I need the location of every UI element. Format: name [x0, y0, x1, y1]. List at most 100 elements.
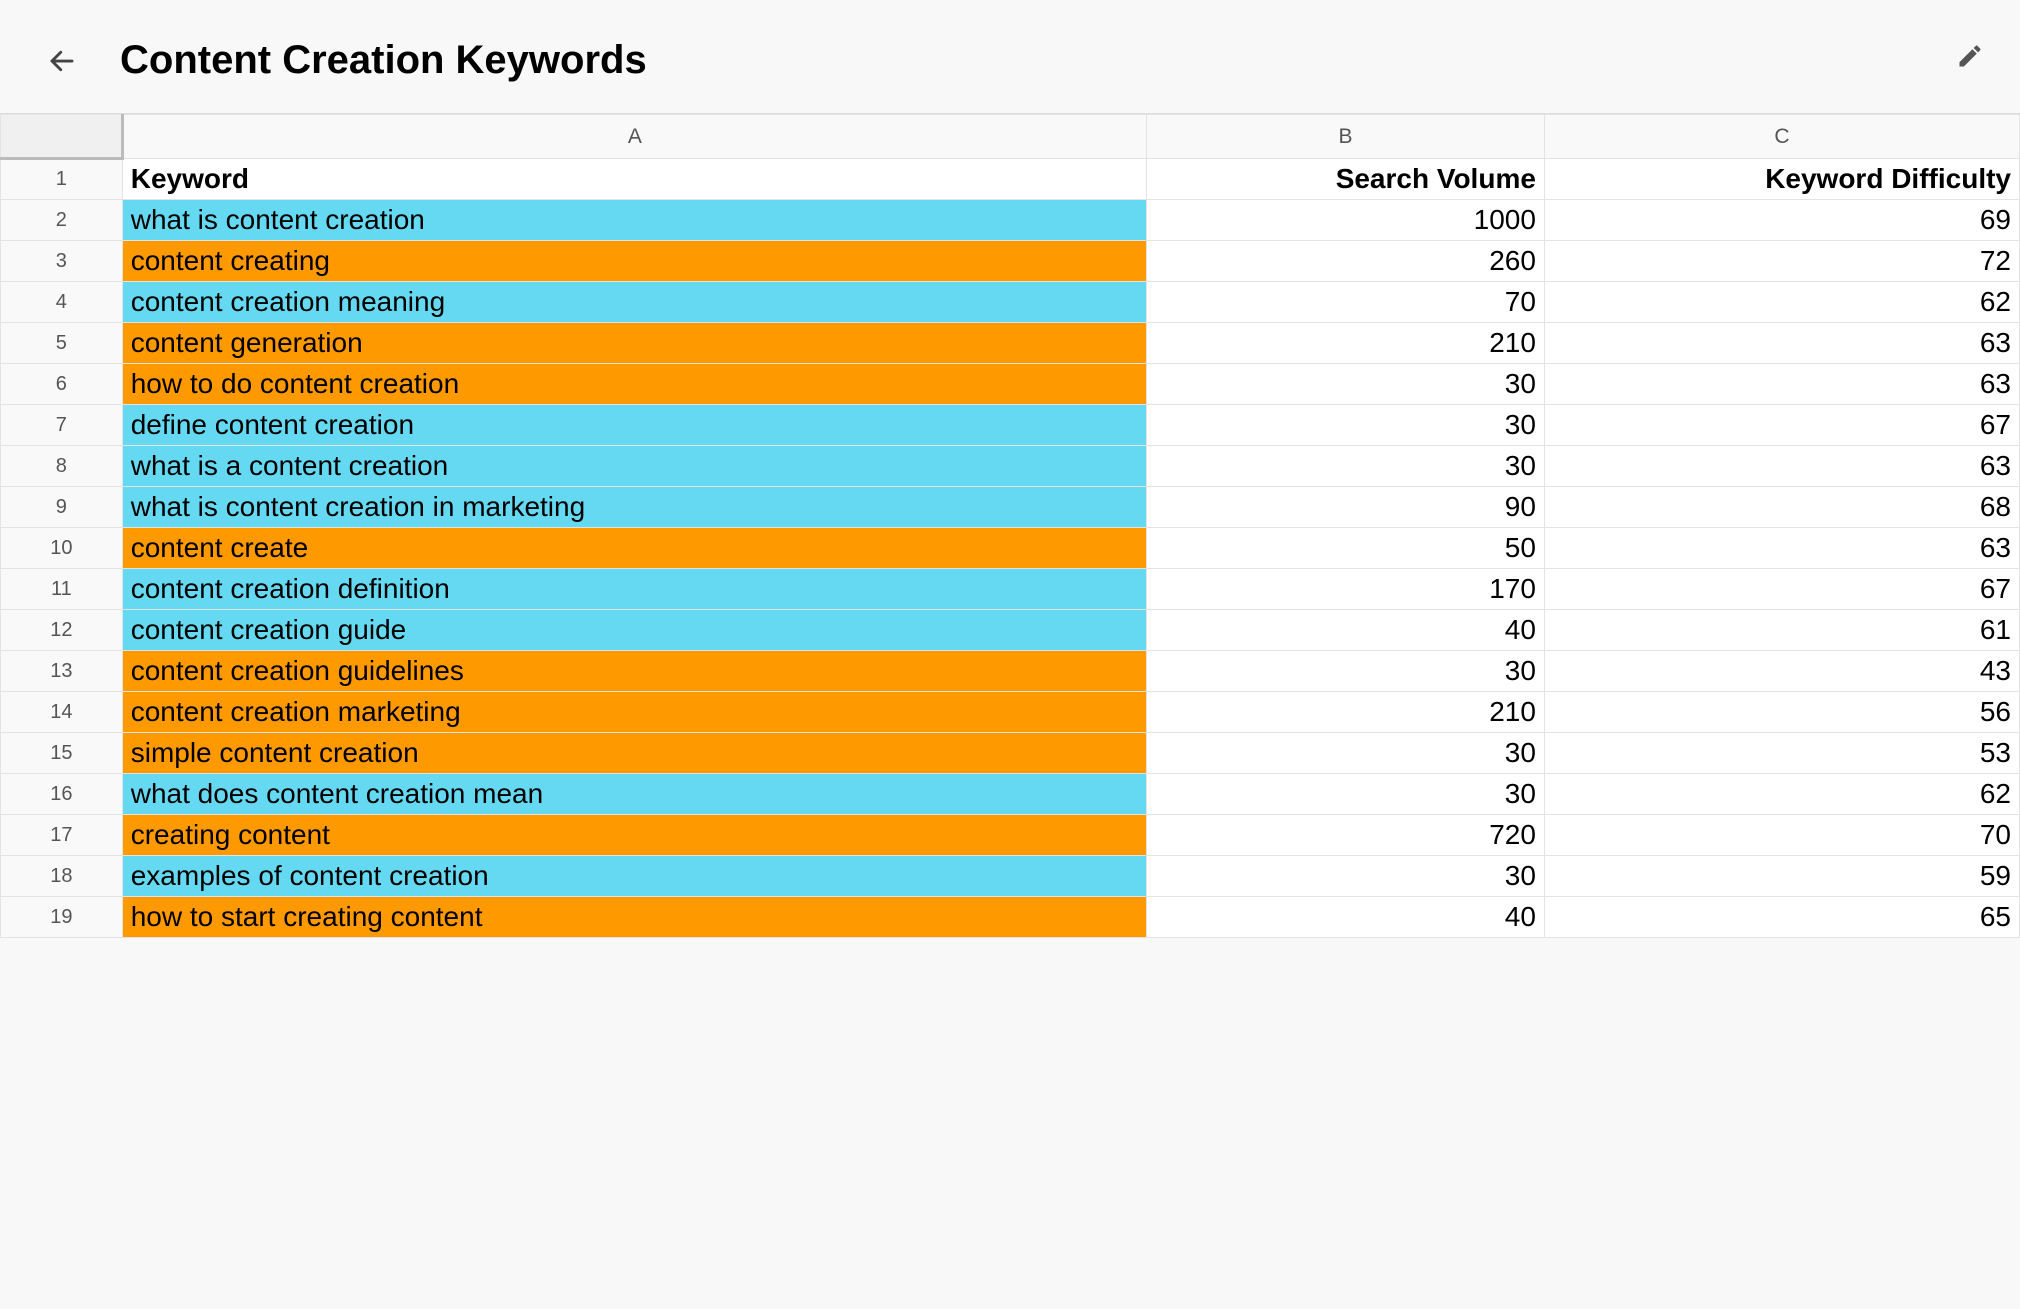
- row-number[interactable]: 19: [1, 897, 123, 938]
- column-header-A[interactable]: A: [122, 115, 1146, 159]
- cell-volume[interactable]: 720: [1147, 815, 1545, 856]
- cell-volume[interactable]: 30: [1147, 446, 1545, 487]
- cell-keyword[interactable]: define content creation: [122, 405, 1146, 446]
- cell-difficulty[interactable]: 53: [1544, 733, 2019, 774]
- table-row: 13content creation guidelines3043: [1, 651, 2020, 692]
- arrow-left-icon: [47, 46, 77, 76]
- cell-keyword[interactable]: creating content: [122, 815, 1146, 856]
- cell-volume[interactable]: 40: [1147, 610, 1545, 651]
- pencil-icon: [1956, 42, 1984, 70]
- row-number[interactable]: 16: [1, 774, 123, 815]
- cell-volume[interactable]: 170: [1147, 569, 1545, 610]
- row-number[interactable]: 17: [1, 815, 123, 856]
- row-number[interactable]: 10: [1, 528, 123, 569]
- cell-keyword[interactable]: what is content creation in marketing: [122, 487, 1146, 528]
- cell-volume[interactable]: 90: [1147, 487, 1545, 528]
- cell-keyword[interactable]: how to do content creation: [122, 364, 1146, 405]
- row-number[interactable]: 3: [1, 241, 123, 282]
- cell-keyword[interactable]: what does content creation mean: [122, 774, 1146, 815]
- cell-difficulty[interactable]: 63: [1544, 528, 2019, 569]
- back-button[interactable]: [44, 43, 80, 79]
- cell-volume[interactable]: 30: [1147, 405, 1545, 446]
- cell-keyword[interactable]: how to start creating content: [122, 897, 1146, 938]
- header-keyword[interactable]: Keyword: [122, 159, 1146, 200]
- table-row: 7define content creation3067: [1, 405, 2020, 446]
- cell-difficulty[interactable]: 69: [1544, 200, 2019, 241]
- row-number[interactable]: 5: [1, 323, 123, 364]
- cell-keyword[interactable]: content creation guide: [122, 610, 1146, 651]
- edit-button[interactable]: [1952, 38, 1988, 74]
- cell-difficulty[interactable]: 68: [1544, 487, 2019, 528]
- cell-difficulty[interactable]: 72: [1544, 241, 2019, 282]
- cell-volume[interactable]: 70: [1147, 282, 1545, 323]
- cell-volume[interactable]: 30: [1147, 774, 1545, 815]
- cell-keyword[interactable]: simple content creation: [122, 733, 1146, 774]
- cell-difficulty[interactable]: 70: [1544, 815, 2019, 856]
- cell-keyword[interactable]: what is a content creation: [122, 446, 1146, 487]
- row-number[interactable]: 6: [1, 364, 123, 405]
- table-row: 18examples of content creation3059: [1, 856, 2020, 897]
- cell-difficulty[interactable]: 63: [1544, 323, 2019, 364]
- table-row: 10content create5063: [1, 528, 2020, 569]
- cell-volume[interactable]: 210: [1147, 692, 1545, 733]
- table-row: 12content creation guide4061: [1, 610, 2020, 651]
- column-header-B[interactable]: B: [1147, 115, 1545, 159]
- cell-volume[interactable]: 1000: [1147, 200, 1545, 241]
- cell-keyword[interactable]: content creation marketing: [122, 692, 1146, 733]
- cell-keyword[interactable]: content creation definition: [122, 569, 1146, 610]
- cell-difficulty[interactable]: 63: [1544, 364, 2019, 405]
- table-row: 15simple content creation3053: [1, 733, 2020, 774]
- table-row: 8what is a content creation3063: [1, 446, 2020, 487]
- row-number[interactable]: 2: [1, 200, 123, 241]
- header-difficulty[interactable]: Keyword Difficulty: [1544, 159, 2019, 200]
- cell-difficulty[interactable]: 43: [1544, 651, 2019, 692]
- row-number[interactable]: 4: [1, 282, 123, 323]
- cell-keyword[interactable]: content creation meaning: [122, 282, 1146, 323]
- row-number[interactable]: 12: [1, 610, 123, 651]
- cell-volume[interactable]: 30: [1147, 856, 1545, 897]
- table-row: 9what is content creation in marketing90…: [1, 487, 2020, 528]
- row-number[interactable]: 13: [1, 651, 123, 692]
- column-header-C[interactable]: C: [1544, 115, 2019, 159]
- cell-keyword[interactable]: content create: [122, 528, 1146, 569]
- corner-cell[interactable]: [1, 115, 123, 159]
- row-number[interactable]: 1: [1, 159, 123, 200]
- row-number[interactable]: 7: [1, 405, 123, 446]
- table-row: 17creating content72070: [1, 815, 2020, 856]
- row-number[interactable]: 14: [1, 692, 123, 733]
- cell-keyword[interactable]: examples of content creation: [122, 856, 1146, 897]
- cell-difficulty[interactable]: 61: [1544, 610, 2019, 651]
- row-number[interactable]: 9: [1, 487, 123, 528]
- cell-volume[interactable]: 40: [1147, 897, 1545, 938]
- cell-keyword[interactable]: content generation: [122, 323, 1146, 364]
- table-row: 3content creating26072: [1, 241, 2020, 282]
- cell-volume[interactable]: 30: [1147, 651, 1545, 692]
- cell-difficulty[interactable]: 59: [1544, 856, 2019, 897]
- header-volume[interactable]: Search Volume: [1147, 159, 1545, 200]
- cell-keyword[interactable]: what is content creation: [122, 200, 1146, 241]
- cell-difficulty[interactable]: 62: [1544, 774, 2019, 815]
- row-number[interactable]: 11: [1, 569, 123, 610]
- cell-volume[interactable]: 210: [1147, 323, 1545, 364]
- spreadsheet[interactable]: A B C 1 Keyword Search Volume Keyword Di…: [0, 113, 2020, 938]
- cell-keyword[interactable]: content creating: [122, 241, 1146, 282]
- cell-volume[interactable]: 30: [1147, 733, 1545, 774]
- cell-difficulty[interactable]: 56: [1544, 692, 2019, 733]
- cell-difficulty[interactable]: 67: [1544, 569, 2019, 610]
- header: Content Creation Keywords: [0, 0, 2020, 113]
- cell-volume[interactable]: 260: [1147, 241, 1545, 282]
- table-row: 11content creation definition17067: [1, 569, 2020, 610]
- row-number[interactable]: 8: [1, 446, 123, 487]
- table-row: 2what is content creation100069: [1, 200, 2020, 241]
- row-number[interactable]: 15: [1, 733, 123, 774]
- cell-difficulty[interactable]: 63: [1544, 446, 2019, 487]
- cell-volume[interactable]: 50: [1147, 528, 1545, 569]
- cell-difficulty[interactable]: 67: [1544, 405, 2019, 446]
- cell-keyword[interactable]: content creation guidelines: [122, 651, 1146, 692]
- table: A B C 1 Keyword Search Volume Keyword Di…: [0, 114, 2020, 938]
- cell-volume[interactable]: 30: [1147, 364, 1545, 405]
- table-row: 14content creation marketing21056: [1, 692, 2020, 733]
- cell-difficulty[interactable]: 65: [1544, 897, 2019, 938]
- cell-difficulty[interactable]: 62: [1544, 282, 2019, 323]
- row-number[interactable]: 18: [1, 856, 123, 897]
